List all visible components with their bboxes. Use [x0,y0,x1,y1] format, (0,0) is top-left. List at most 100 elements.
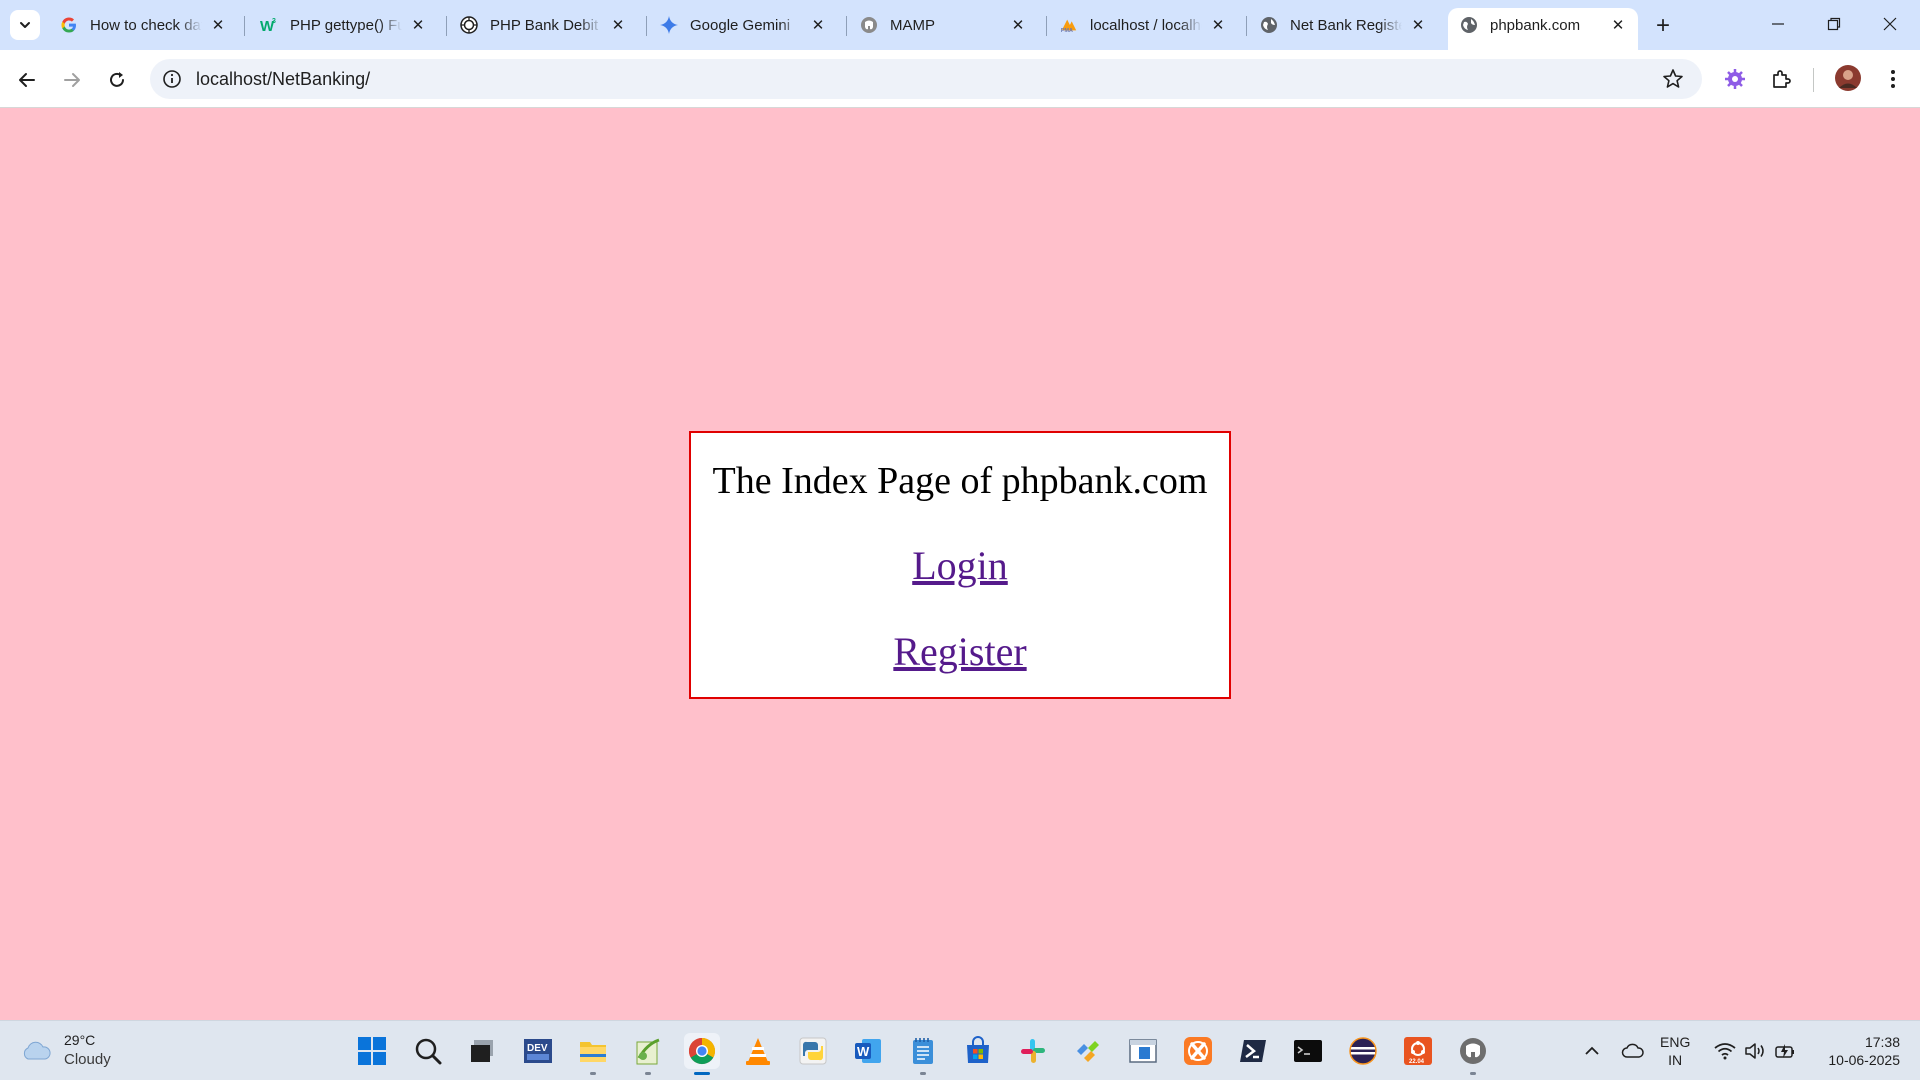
tab-phpbank-active[interactable]: phpbank.com ✕ [1448,8,1638,50]
bookmark-star-icon[interactable] [1662,68,1684,90]
extensions-puzzle-icon[interactable] [1768,66,1794,92]
chrome-icon[interactable] [684,1033,720,1075]
tab-separator [1046,16,1047,36]
language-indicator[interactable]: ENG IN [1660,1033,1690,1069]
active-indicator [694,1072,710,1075]
start-icon[interactable] [354,1033,390,1069]
clock-date: 10-06-2025 [1828,1052,1900,1068]
running-indicator [920,1072,926,1075]
volume-icon[interactable] [1742,1021,1768,1080]
svg-text:DEV: DEV [527,1043,548,1054]
toolbar-divider [1813,68,1814,92]
close-window-button[interactable] [1862,0,1918,48]
tab-separator [244,16,245,36]
language-code: ENG [1660,1034,1691,1050]
notepad-icon[interactable] [905,1033,941,1075]
powershell-icon[interactable] [1235,1033,1271,1069]
tab-php-gettype[interactable]: W3 PHP gettype() Function ✕ [248,8,438,42]
running-indicator [590,1072,596,1075]
terminal-icon[interactable] [1290,1033,1326,1069]
system-clock[interactable]: 17:38 10-06-2025 [1810,1033,1900,1069]
running-indicator [1470,1072,1476,1075]
close-tab-icon[interactable]: ✕ [808,15,828,35]
tab-search-button[interactable] [10,10,40,40]
back-button[interactable] [11,64,43,96]
chevron-down-icon [20,22,30,28]
language-region: IN [1668,1052,1683,1068]
notepad-plus-icon[interactable] [630,1033,666,1075]
wifi-icon[interactable] [1712,1021,1738,1080]
close-tab-icon[interactable]: ✕ [608,15,628,35]
weather-temperature: 29°C [64,1032,96,1048]
tab-separator [1246,16,1247,36]
tool-icon[interactable] [1070,1033,1106,1069]
google-g-icon [60,16,78,34]
ubuntu-icon[interactable]: 22.04 [1400,1033,1436,1069]
show-hidden-icons-button[interactable] [1578,1021,1606,1080]
close-tab-icon[interactable]: ✕ [1008,15,1028,35]
chatgpt-icon [460,16,478,34]
tab-title: phpbank.com [1490,16,1581,34]
tab-title: Google Gemini [690,16,791,34]
window-app-icon[interactable] [1125,1033,1161,1069]
extension-gear-icon[interactable] [1722,66,1748,92]
chevron-up-icon [1585,1046,1599,1055]
tab-separator [846,16,847,36]
mamp-icon[interactable] [1455,1033,1491,1075]
weather-condition: Cloudy [64,1051,111,1068]
file-explorer-icon[interactable] [575,1033,611,1075]
login-link[interactable]: Login [912,541,1008,591]
svg-text:22.04: 22.04 [1409,1059,1425,1065]
word-icon[interactable]: W [850,1033,886,1069]
tab-google-gemini[interactable]: Google Gemini ✕ [648,8,838,42]
close-icon [1883,17,1897,31]
restore-button[interactable] [1806,0,1862,48]
weather-widget[interactable]: 29°C Cloudy [20,1031,111,1069]
reload-button[interactable] [101,64,133,96]
address-bar[interactable]: localhost/NetBanking/ [150,59,1702,99]
close-tab-icon[interactable]: ✕ [1608,15,1628,35]
tab-net-bank-register[interactable]: Net Bank Register ✕ [1248,8,1438,42]
task-view-icon[interactable] [464,1033,500,1069]
minimize-icon [1772,23,1784,25]
reload-icon [110,72,124,87]
tab-separator [446,16,447,36]
register-link[interactable]: Register [893,627,1026,677]
new-tab-button[interactable]: + [1648,11,1678,41]
tab-title: PHP gettype() Function [290,16,402,34]
globe-icon [1260,16,1278,34]
svg-text:3: 3 [272,18,276,25]
vlc-icon[interactable] [740,1033,776,1069]
clock-time: 17:38 [1864,1034,1900,1050]
close-tab-icon[interactable]: ✕ [408,15,428,35]
tab-chatgpt[interactable]: PHP Bank Debit System ✕ [448,8,638,42]
tab-title: How to check data type in PHP [90,16,202,34]
phpmyadmin-icon: PMA [1060,16,1078,34]
close-tab-icon[interactable]: ✕ [1408,15,1428,35]
url-text[interactable]: localhost/NetBanking/ [196,69,370,90]
slack-icon[interactable] [1015,1033,1051,1069]
profile-avatar[interactable] [1834,64,1862,92]
svg-text:W: W [857,1044,870,1059]
minimize-button[interactable] [1750,0,1806,48]
search-icon[interactable] [410,1033,446,1069]
cloud-icon [23,1041,51,1060]
tab-google-search[interactable]: How to check data type in PHP ✕ [48,8,238,42]
python-icon[interactable] [795,1033,831,1069]
devc-icon[interactable]: DEV [520,1033,556,1069]
info-icon[interactable] [162,69,182,89]
battery-charging-icon[interactable] [1772,1021,1798,1080]
tab-phpmyadmin[interactable]: PMA localhost / localhost ✕ [1048,8,1238,42]
xampp-icon[interactable] [1180,1033,1216,1069]
onedrive-cloud-icon[interactable] [1618,1021,1648,1080]
menu-kebab-icon[interactable] [1880,66,1906,92]
eclipse-icon[interactable] [1345,1033,1381,1069]
microsoft-store-icon[interactable] [960,1033,996,1069]
tab-mamp[interactable]: MAMP ✕ [848,8,1038,42]
gemini-sparkle-icon [660,16,678,34]
globe-icon [1460,16,1478,34]
forward-button[interactable] [56,64,88,96]
close-tab-icon[interactable]: ✕ [208,15,228,35]
close-tab-icon[interactable]: ✕ [1208,15,1228,35]
mamp-elephant-icon [860,16,878,34]
